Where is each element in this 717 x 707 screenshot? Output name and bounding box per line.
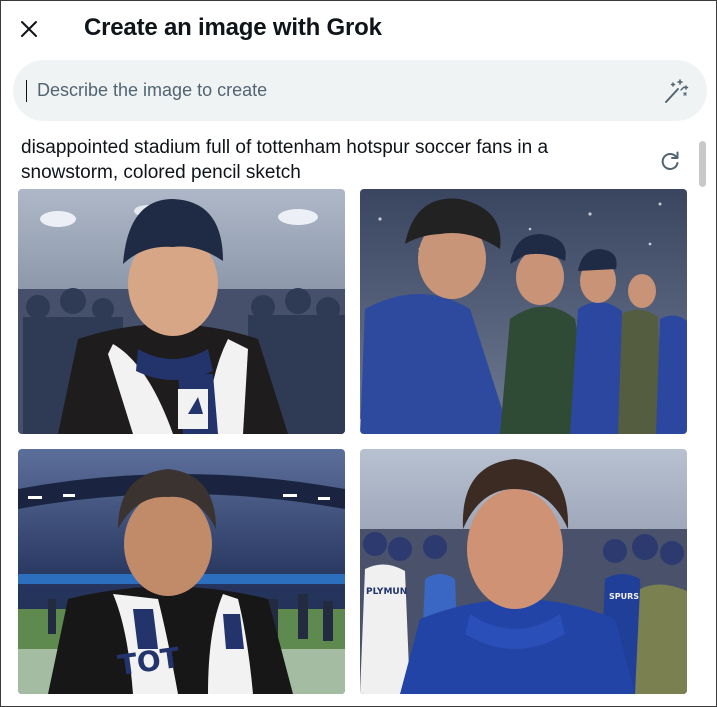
scrollbar-thumb[interactable]: [699, 141, 706, 187]
prompt-input[interactable]: [37, 60, 647, 121]
dialog-title: Create an image with Grok: [84, 14, 382, 41]
refresh-icon: [661, 151, 679, 170]
dialog-header: Create an image with Grok: [1, 1, 716, 57]
vertical-scrollbar[interactable]: [695, 131, 711, 701]
fan-on-pitch-night-image: TOT: [18, 449, 345, 694]
generated-prompt-text: disappointed stadium full of tottenham h…: [21, 137, 549, 183]
prompt-search-bar: [13, 60, 707, 121]
shirt-text: PLYMUN: [366, 587, 407, 597]
fan-closeup-blue-jacket-image: PLYMUN SPURS: [360, 449, 687, 694]
text-caret: [26, 80, 27, 102]
grok-image-dialog: Create an image with Grok disappointed s…: [0, 0, 717, 707]
regenerate-button[interactable]: [656, 147, 684, 175]
generated-image-1[interactable]: [18, 189, 345, 434]
generated-image-2[interactable]: [360, 189, 687, 434]
close-button[interactable]: [13, 13, 45, 45]
jacket-text: SPURS: [609, 592, 639, 601]
image-grid: TOT PLYMUN SPURS: [18, 189, 688, 699]
close-icon: [21, 21, 37, 37]
fan-portrait-scarf-image: [18, 189, 345, 434]
generated-image-4[interactable]: PLYMUN SPURS: [360, 449, 687, 694]
generated-image-3[interactable]: TOT: [18, 449, 345, 694]
magic-wand-icon[interactable]: [661, 76, 691, 106]
fans-row-snow-image: [360, 189, 687, 434]
